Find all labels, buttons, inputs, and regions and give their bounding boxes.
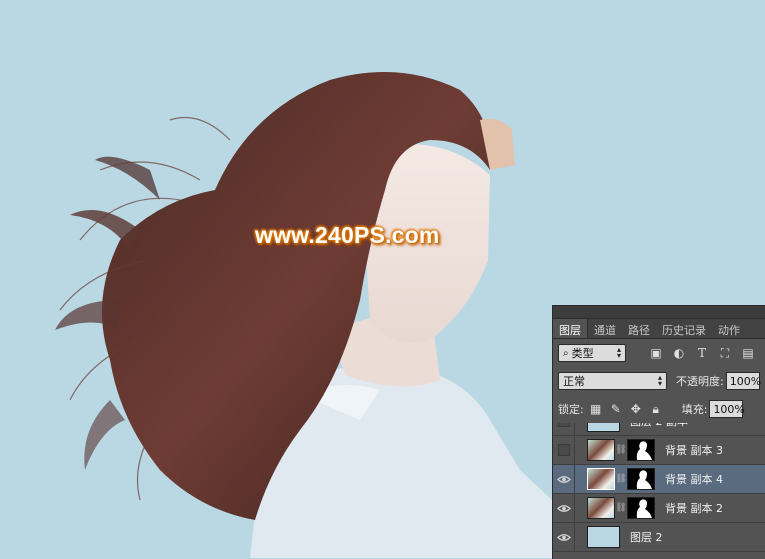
filter-row: ⌕ 类型 ▴ ▾ ▣ ◐ T ⛶ ▤ [553,339,765,367]
layer-name: 背景 副本 3 [665,444,723,457]
filter-kind-label: 类型 [571,347,594,360]
layer-thumbnail[interactable] [587,497,615,519]
layer-thumbnail[interactable] [587,468,615,490]
smart-object-filter-icon[interactable]: ▤ [740,345,756,361]
lock-brush-icon[interactable]: ✎ [608,401,624,417]
eye-icon [556,504,571,512]
search-icon: ⌕ [563,347,569,359]
hidden-box-icon [557,423,570,427]
link-icon[interactable]: ⛓ [615,473,626,485]
layer-mask-thumbnail[interactable] [627,468,655,490]
tab-channels[interactable]: 通道 [588,319,622,338]
lock-all-icon[interactable]: 🔒︎ [648,401,664,417]
blend-mode-label: 正常 [563,375,585,388]
layer-row[interactable]: ⛓ 背景 副本 4 [553,464,765,494]
opacity-field[interactable]: 100% [725,372,761,390]
hidden-box-icon [557,444,570,456]
blend-mode-dropdown[interactable]: 正常 ▴ ▾ [558,372,667,390]
tab-actions[interactable]: 动作 [712,319,746,338]
visibility-toggle[interactable] [553,493,575,523]
dropdown-arrow-icon: ▴ ▾ [657,373,662,388]
lock-transparent-icon[interactable]: ▦ [588,401,604,417]
link-icon[interactable]: ⛓ [615,502,626,514]
layers-panel: 图层 通道 路径 历史记录 动作 ⌕ 类型 ▴ ▾ ▣ ◐ T ⛶ ▤ 正常 ▴ ▾… [552,305,765,559]
link-icon[interactable]: ⛓ [615,444,626,456]
blend-row: 正常 ▴ ▾ 不透明度: 100% [553,367,765,395]
layer-row[interactable]: ⛓ 背景 副本 3 [553,435,765,465]
visibility-toggle[interactable] [553,435,575,465]
tab-history[interactable]: 历史记录 [656,319,712,338]
panel-title-bar[interactable] [553,306,765,319]
fill-field[interactable]: 100% [709,400,745,418]
layer-list: 图层 2 副本 ⛓ 背景 副本 3 ⛓ 背景 副本 4 ⛓ 背景 副本 2 图层 2 [553,423,765,559]
type-filter-icon[interactable]: T [694,345,710,361]
mask-silhouette [636,441,652,460]
watermark-text: www.240PS.com [255,222,440,248]
layer-thumbnail[interactable] [587,439,615,461]
visibility-toggle[interactable] [553,522,575,552]
layer-row[interactable]: 图层 2 副本 [553,423,765,436]
lock-row: 锁定: ▦ ✎ ✥ 🔒︎ 填充: 100% [553,395,765,423]
layer-row[interactable]: 图层 2 [553,522,765,552]
image-filter-icon[interactable]: ▣ [648,345,664,361]
adjustment-filter-icon[interactable]: ◐ [671,345,687,361]
opacity-label: 不透明度: [676,375,724,388]
layer-row[interactable]: ⛓ 背景 副本 2 [553,493,765,523]
eye-icon [556,475,571,483]
layer-name: 图层 2 [630,531,663,544]
eye-icon [556,533,571,541]
layer-thumbnail[interactable] [587,526,620,548]
tab-layers[interactable]: 图层 [553,319,588,338]
dropdown-arrow-icon: ▴ ▾ [616,345,621,360]
shape-filter-icon[interactable]: ⛶ [717,345,733,361]
layer-name: 背景 副本 2 [665,502,723,515]
mask-silhouette [636,470,652,489]
layer-mask-thumbnail[interactable] [627,497,655,519]
layer-name: 背景 副本 4 [665,473,723,486]
visibility-toggle[interactable] [553,423,575,436]
filter-kind-dropdown[interactable]: ⌕ 类型 ▴ ▾ [558,344,626,362]
mask-silhouette [636,499,652,518]
lock-label: 锁定: [558,403,584,416]
layer-thumbnail[interactable] [587,423,620,432]
panel-tabs: 图层 通道 路径 历史记录 动作 [553,319,765,339]
layer-mask-thumbnail[interactable] [627,439,655,461]
lock-move-icon[interactable]: ✥ [628,401,644,417]
fill-label: 填充: [681,403,708,416]
tab-paths[interactable]: 路径 [622,319,656,338]
layer-name: 图层 2 副本 [630,423,688,429]
visibility-toggle[interactable] [553,464,575,494]
